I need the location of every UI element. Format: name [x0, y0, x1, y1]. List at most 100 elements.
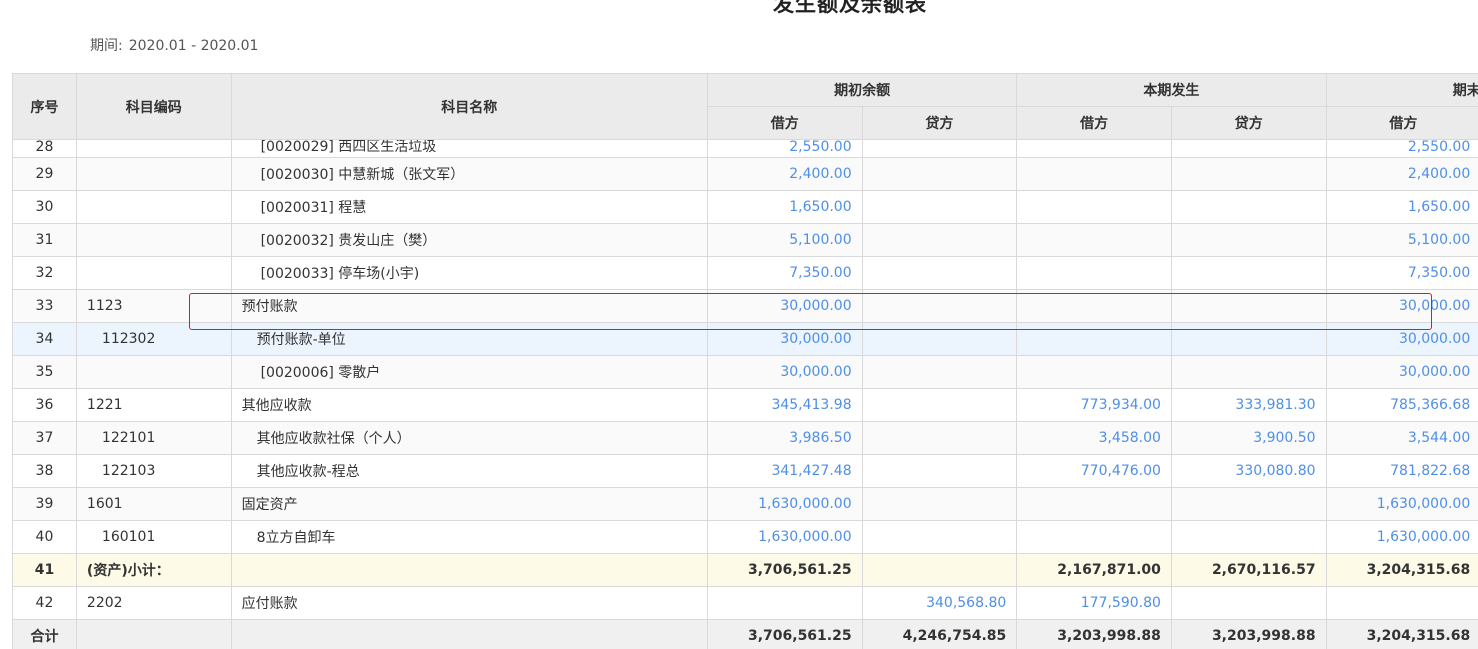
cell-amount — [1016, 322, 1172, 356]
table-row[interactable]: 38 122103 其他应收款-程总 341,427.48 770,476.00 330,… — [12, 454, 1478, 488]
cell-account-name: 其他应收款-程总 — [230, 454, 708, 488]
table-row[interactable]: 30 [0020031] 程慧 1,650.00 1,650.00 — [12, 190, 1478, 224]
cell-amount: 781,822.68 — [1325, 454, 1478, 488]
cell-amount: 785,366.68 — [1325, 388, 1478, 422]
cell-account-name: [0020033] 停车场(小宇) — [230, 256, 708, 290]
header-current-credit: 贷方 — [1170, 106, 1327, 140]
cell-account-code: 160101 — [75, 520, 232, 554]
cell-amount — [1170, 322, 1327, 356]
cell-amount — [861, 256, 1018, 290]
cell-amount: 330,080.80 — [1170, 454, 1327, 488]
table-row[interactable]: 35 [0020006] 零散户 30,000.00 30,000.00 — [12, 355, 1478, 389]
cell-account-name: 应付账款 — [230, 586, 708, 620]
cell-amount: 2,670,116.57 — [1170, 553, 1327, 587]
cell-amount: 1,630,000.00 — [706, 520, 863, 554]
table-row[interactable]: 37 122101 其他应收款社保（个人） 3,986.50 3,458.00 3,900… — [12, 421, 1478, 455]
cell-amount — [1016, 487, 1172, 521]
balance-table-grid[interactable]: 序号 科目编码 科目名称 期初余额 本期发生 期末余额 借方 贷方 借方 贷方 … — [12, 73, 1478, 649]
table-body: 28 [0020029] 西四区生活垃圾 2,550.00 2,550.00 29 [00… — [12, 139, 1478, 649]
cell-amount: 345,413.98 — [706, 388, 863, 422]
period-info: 期间: 2020.01 - 2020.01 — [90, 35, 258, 55]
table-row[interactable]: 33 1123 预付账款 30,000.00 30,000.00 — [12, 289, 1478, 323]
cell-account-code — [75, 355, 232, 389]
cell-account-name: 其他应收款 — [230, 388, 708, 422]
cell-amount — [861, 487, 1018, 521]
cell-amount — [1170, 139, 1327, 158]
cell-seq: 30 — [12, 190, 77, 224]
cell-account-name — [230, 619, 708, 649]
cell-amount — [1016, 157, 1172, 191]
cell-amount: 2,400.00 — [706, 157, 863, 191]
cell-amount — [1016, 355, 1172, 389]
cell-amount: 341,427.48 — [706, 454, 863, 488]
cell-seq: 32 — [12, 256, 77, 290]
cell-amount — [1016, 139, 1172, 158]
cell-amount: 3,203,998.88 — [1016, 619, 1172, 649]
cell-seq: 40 — [12, 520, 77, 554]
cell-account-code — [75, 256, 232, 290]
table-row[interactable]: 34 112302 预付账款-单位 30,000.00 30,000.00 — [12, 322, 1478, 356]
cell-seq: 38 — [12, 454, 77, 488]
cell-amount: 3,900.50 — [1170, 421, 1327, 455]
table-row[interactable]: 28 [0020029] 西四区生活垃圾 2,550.00 2,550.00 — [12, 139, 1478, 158]
total-row[interactable]: 合计 3,706,561.25 4,246,754.85 3,203,998.88 3,… — [12, 619, 1478, 649]
cell-amount: 3,204,315.68 — [1325, 619, 1478, 649]
cell-amount: 7,350.00 — [706, 256, 863, 290]
cell-amount: 2,550.00 — [706, 139, 863, 158]
cell-amount — [861, 289, 1018, 323]
cell-amount — [1170, 157, 1327, 191]
cell-account-code — [75, 223, 232, 257]
cell-amount — [1170, 586, 1327, 620]
cell-account-code: 112302 — [75, 322, 232, 356]
table-row[interactable]: 32 [0020033] 停车场(小宇) 7,350.00 7,350.00 — [12, 256, 1478, 290]
cell-amount — [1016, 520, 1172, 554]
cell-amount — [861, 355, 1018, 389]
cell-amount: 340,568.80 — [861, 586, 1018, 620]
cell-amount: 3,986.50 — [706, 421, 863, 455]
subtotal-row[interactable]: 41 (资产)小计： 3,706,561.25 2,167,871.00 2,670,1… — [12, 553, 1478, 587]
cell-amount — [1170, 289, 1327, 323]
table-row[interactable]: 31 [0020032] 贵发山庄（樊） 5,100.00 5,100.00 — [12, 223, 1478, 257]
balance-table: 序号 科目编码 科目名称 期初余额 本期发生 期末余额 借方 贷方 借方 贷方 … — [12, 73, 1478, 649]
cell-account-name: 预付账款 — [230, 289, 708, 323]
cell-account-code — [75, 190, 232, 224]
cell-amount — [1170, 355, 1327, 389]
cell-amount — [1325, 586, 1478, 620]
cell-amount: 3,544.00 — [1325, 421, 1478, 455]
cell-amount — [861, 157, 1018, 191]
cell-account-code: 1221 — [75, 388, 232, 422]
header-opening-debit: 借方 — [706, 106, 863, 140]
cell-account-code: 1123 — [75, 289, 232, 323]
cell-seq: 39 — [12, 487, 77, 521]
cell-amount: 3,204,315.68 — [1325, 553, 1478, 587]
cell-account-name: [0020029] 西四区生活垃圾 — [230, 139, 708, 158]
cell-amount — [861, 553, 1018, 587]
table-row[interactable]: 39 1601 固定资产 1,630,000.00 1,630,000.00 — [12, 487, 1478, 521]
cell-amount: 1,630,000.00 — [1325, 487, 1478, 521]
cell-amount — [1016, 256, 1172, 290]
cell-amount — [861, 322, 1018, 356]
cell-account-name: 其他应收款社保（个人） — [230, 421, 708, 455]
cell-account-name: [0020006] 零散户 — [230, 355, 708, 389]
cell-amount — [1170, 487, 1327, 521]
cell-account-code: 2202 — [75, 586, 232, 620]
table-row[interactable]: 42 2202 应付账款 340,568.80 177,590.80 — [12, 586, 1478, 620]
cell-amount — [1016, 190, 1172, 224]
table-row[interactable]: 40 160101 8立方自卸车 1,630,000.00 1,630,000.00 — [12, 520, 1478, 554]
header-name: 科目名称 — [230, 73, 708, 140]
cell-account-name: 8立方自卸车 — [230, 520, 708, 554]
cell-amount — [1170, 520, 1327, 554]
cell-amount: 1,650.00 — [1325, 190, 1478, 224]
cell-amount: 5,100.00 — [706, 223, 863, 257]
table-row[interactable]: 29 [0020030] 中慧新城（张文军） 2,400.00 2,400.00 — [12, 157, 1478, 191]
cell-account-code: 122101 — [75, 421, 232, 455]
period-label: 期间: — [90, 38, 123, 54]
table-row[interactable]: 36 1221 其他应收款 345,413.98 773,934.00 333,981.3… — [12, 388, 1478, 422]
header-opening-credit: 贷方 — [861, 106, 1018, 140]
cell-account-name: [0020030] 中慧新城（张文军） — [230, 157, 708, 191]
cell-amount: 1,650.00 — [706, 190, 863, 224]
cell-amount: 1,630,000.00 — [1325, 520, 1478, 554]
cell-amount — [861, 421, 1018, 455]
header-opening-balance: 期初余额 — [706, 73, 1018, 107]
cell-account-code: (资产)小计： — [75, 553, 232, 587]
